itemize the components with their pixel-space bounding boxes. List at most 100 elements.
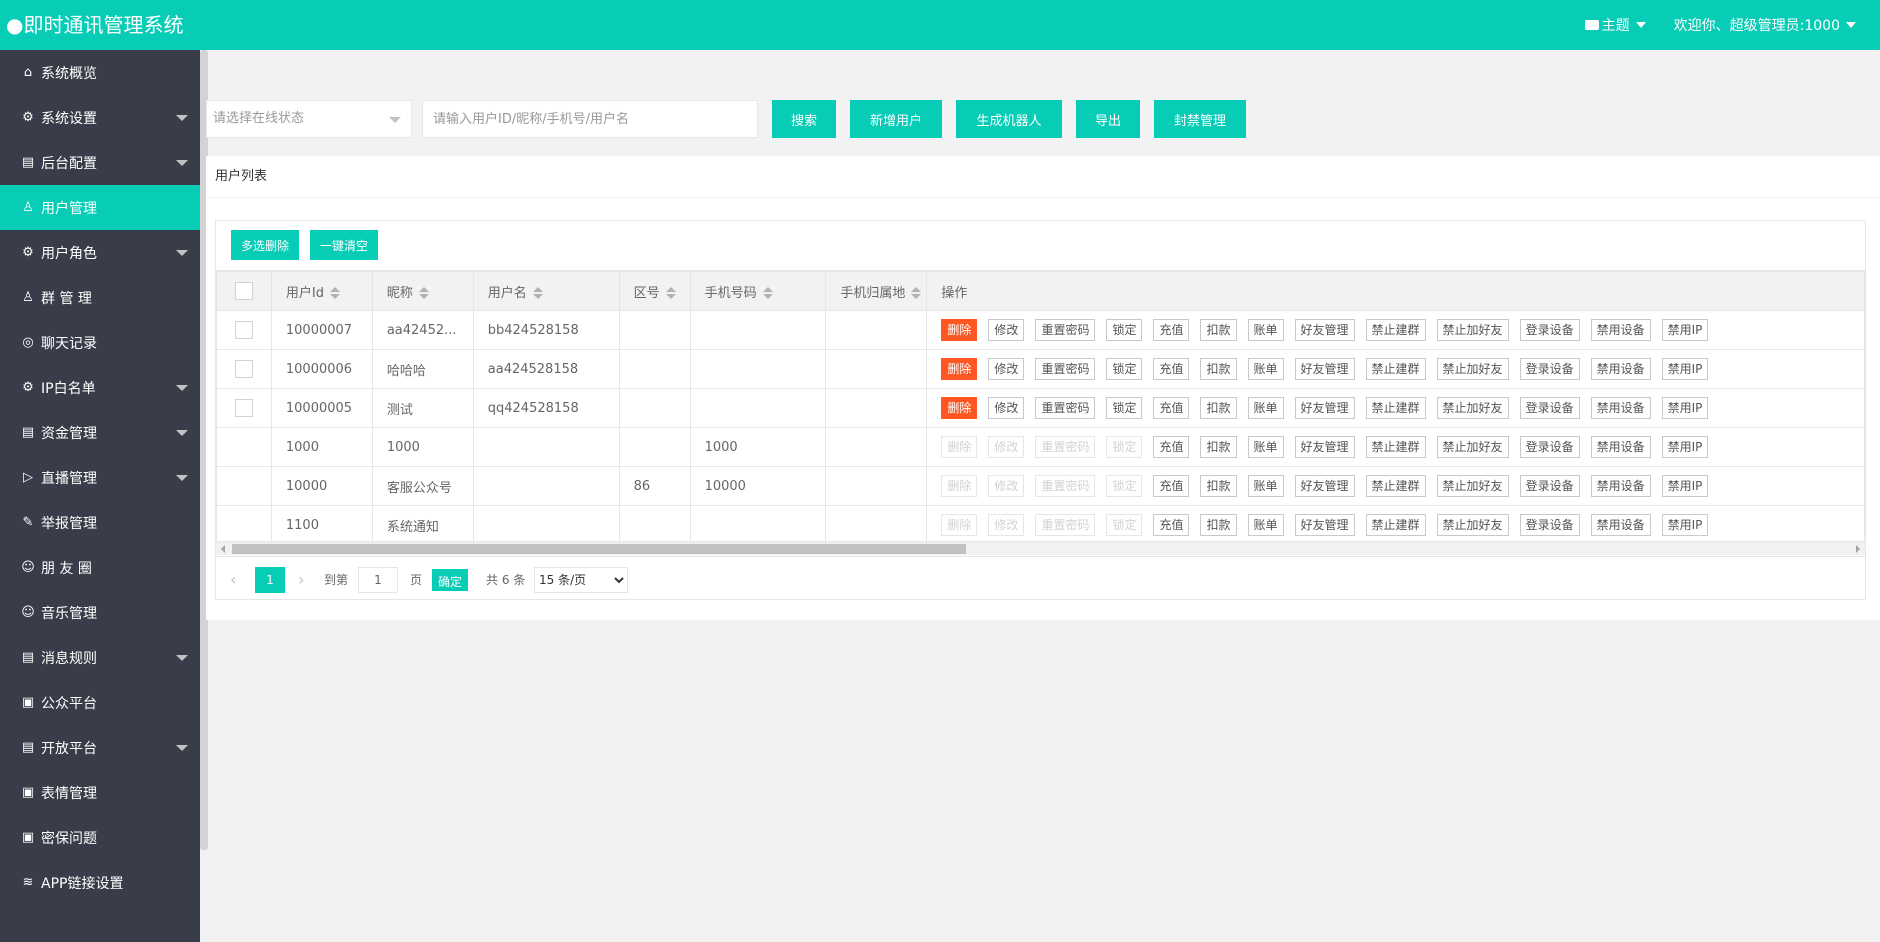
sidebar-item-4[interactable]: ⚙ 用户角色 <box>0 230 200 275</box>
sort-icon[interactable] <box>762 287 773 299</box>
sidebar-item-17[interactable]: ▣ 密保问题 <box>0 815 200 860</box>
sidebar-item-0[interactable]: ⌂ 系统概览 <box>0 50 200 95</box>
row-checkbox[interactable] <box>234 360 253 378</box>
sidebar-item-5[interactable]: ♙ 群 管 理 <box>0 275 200 320</box>
ban-create-group-button[interactable]: 禁止建群 <box>1365 475 1426 497</box>
ban-create-group-button[interactable]: 禁止建群 <box>1365 319 1426 341</box>
column-header-username[interactable]: 用户名 <box>472 271 620 311</box>
reset-password-button[interactable]: 重置密码 <box>1035 397 1096 419</box>
ban-add-friend-button[interactable]: 禁止加好友 <box>1436 436 1509 458</box>
sidebar-item-6[interactable]: ◎ 聊天记录 <box>0 320 200 365</box>
column-header-phone[interactable]: 手机号码 <box>689 271 827 311</box>
sidebar-item-12[interactable]: ☺ 音乐管理 <box>0 590 200 635</box>
deduct-button[interactable]: 扣款 <box>1200 514 1237 536</box>
sort-icon[interactable] <box>911 287 922 299</box>
ban-create-group-button[interactable]: 禁止建群 <box>1365 397 1426 419</box>
disable-ip-button[interactable]: 禁用IP <box>1661 358 1709 380</box>
friend-manage-button[interactable]: 好友管理 <box>1294 319 1355 341</box>
ban-add-friend-button[interactable]: 禁止加好友 <box>1436 358 1509 380</box>
ban-add-friend-button[interactable]: 禁止加好友 <box>1436 475 1509 497</box>
login-devices-button[interactable]: 登录设备 <box>1519 514 1580 536</box>
recharge-button[interactable]: 充值 <box>1153 436 1190 458</box>
ban-add-friend-button[interactable]: 禁止加好友 <box>1436 514 1509 536</box>
disable-device-button[interactable]: 禁用设备 <box>1590 436 1651 458</box>
bill-button[interactable]: 账单 <box>1247 358 1284 380</box>
friend-manage-button[interactable]: 好友管理 <box>1294 436 1355 458</box>
ban-create-group-button[interactable]: 禁止建群 <box>1365 358 1426 380</box>
friend-manage-button[interactable]: 好友管理 <box>1294 397 1355 419</box>
edit-button[interactable]: 修改 <box>988 397 1025 419</box>
lock-button[interactable]: 锁定 <box>1106 358 1143 380</box>
horizontal-scrollbar[interactable] <box>216 541 1865 555</box>
deduct-button[interactable]: 扣款 <box>1200 319 1237 341</box>
login-devices-button[interactable]: 登录设备 <box>1519 475 1580 497</box>
sidebar-item-11[interactable]: ☺ 朋 友 圈 <box>0 545 200 590</box>
ban-add-friend-button[interactable]: 禁止加好友 <box>1436 397 1509 419</box>
ban-create-group-button[interactable]: 禁止建群 <box>1365 436 1426 458</box>
sidebar-item-15[interactable]: ▤ 开放平台 <box>0 725 200 770</box>
select-all-checkbox[interactable] <box>234 282 253 300</box>
user-menu[interactable]: 欢迎你、超级管理员:1000 <box>1674 15 1856 35</box>
login-devices-button[interactable]: 登录设备 <box>1519 436 1580 458</box>
ban-create-group-button[interactable]: 禁止建群 <box>1365 514 1426 536</box>
disable-ip-button[interactable]: 禁用IP <box>1661 436 1709 458</box>
page-size-select[interactable]: 15 条/页 <box>534 567 628 593</box>
sort-icon[interactable] <box>418 287 429 299</box>
scroll-left-icon[interactable] <box>221 545 225 553</box>
sidebar-item-18[interactable]: ≋ APP链接设置 <box>0 860 200 905</box>
online-status-select[interactable]: 请选择在线状态 <box>206 100 412 138</box>
bulk-delete-button[interactable]: 多选删除 <box>231 230 300 260</box>
recharge-button[interactable]: 充值 <box>1153 514 1190 536</box>
disable-device-button[interactable]: 禁用设备 <box>1590 358 1651 380</box>
disable-ip-button[interactable]: 禁用IP <box>1661 475 1709 497</box>
column-header-phone-location[interactable]: 手机归属地 <box>825 271 928 311</box>
clear-all-button[interactable]: 一键清空 <box>310 230 379 260</box>
next-page-icon[interactable]: › <box>298 567 304 593</box>
reset-password-button[interactable]: 重置密码 <box>1035 319 1096 341</box>
deduct-button[interactable]: 扣款 <box>1200 397 1237 419</box>
recharge-button[interactable]: 充值 <box>1153 397 1190 419</box>
column-header-nickname[interactable]: 昵称 <box>371 271 474 311</box>
login-devices-button[interactable]: 登录设备 <box>1519 319 1580 341</box>
column-header-user-id[interactable]: 用户Id <box>270 271 373 311</box>
goto-page-input[interactable] <box>358 567 398 593</box>
sidebar-item-10[interactable]: ✎ 举报管理 <box>0 500 200 545</box>
sidebar-item-2[interactable]: ▤ 后台配置 <box>0 140 200 185</box>
edit-button[interactable]: 修改 <box>988 319 1025 341</box>
deduct-button[interactable]: 扣款 <box>1200 358 1237 380</box>
deduct-button[interactable]: 扣款 <box>1200 436 1237 458</box>
friend-manage-button[interactable]: 好友管理 <box>1294 358 1355 380</box>
page-number-current[interactable]: 1 <box>255 567 285 593</box>
disable-device-button[interactable]: 禁用设备 <box>1590 319 1651 341</box>
login-devices-button[interactable]: 登录设备 <box>1519 358 1580 380</box>
disable-device-button[interactable]: 禁用设备 <box>1590 514 1651 536</box>
goto-confirm-button[interactable]: 确定 <box>432 569 469 591</box>
sort-icon[interactable] <box>329 287 340 299</box>
delete-button[interactable]: 删除 <box>941 319 978 341</box>
sidebar-item-7[interactable]: ⚙ IP白名单 <box>0 365 200 410</box>
prev-page-icon[interactable]: ‹ <box>230 567 236 593</box>
disable-device-button[interactable]: 禁用设备 <box>1590 475 1651 497</box>
scrollbar-thumb[interactable] <box>232 544 966 554</box>
scroll-right-icon[interactable] <box>1856 545 1860 553</box>
sidebar-item-3[interactable]: ♙ 用户管理 <box>0 185 200 230</box>
bill-button[interactable]: 账单 <box>1247 436 1284 458</box>
sort-icon[interactable] <box>532 287 543 299</box>
theme-menu[interactable]: 主题 <box>1584 15 1646 35</box>
sidebar-item-16[interactable]: ▣ 表情管理 <box>0 770 200 815</box>
disable-ip-button[interactable]: 禁用IP <box>1661 319 1709 341</box>
recharge-button[interactable]: 充值 <box>1153 475 1190 497</box>
sidebar-item-13[interactable]: ▤ 消息规则 <box>0 635 200 680</box>
search-input[interactable] <box>422 100 758 138</box>
friend-manage-button[interactable]: 好友管理 <box>1294 514 1355 536</box>
search-button[interactable]: 搜索 <box>772 100 836 138</box>
delete-button[interactable]: 删除 <box>941 397 978 419</box>
export-button[interactable]: 导出 <box>1076 100 1140 138</box>
bill-button[interactable]: 账单 <box>1247 475 1284 497</box>
bill-button[interactable]: 账单 <box>1247 397 1284 419</box>
row-checkbox[interactable] <box>234 321 253 339</box>
lock-button[interactable]: 锁定 <box>1106 397 1143 419</box>
bill-button[interactable]: 账单 <box>1247 514 1284 536</box>
disable-device-button[interactable]: 禁用设备 <box>1590 397 1651 419</box>
recharge-button[interactable]: 充值 <box>1153 319 1190 341</box>
